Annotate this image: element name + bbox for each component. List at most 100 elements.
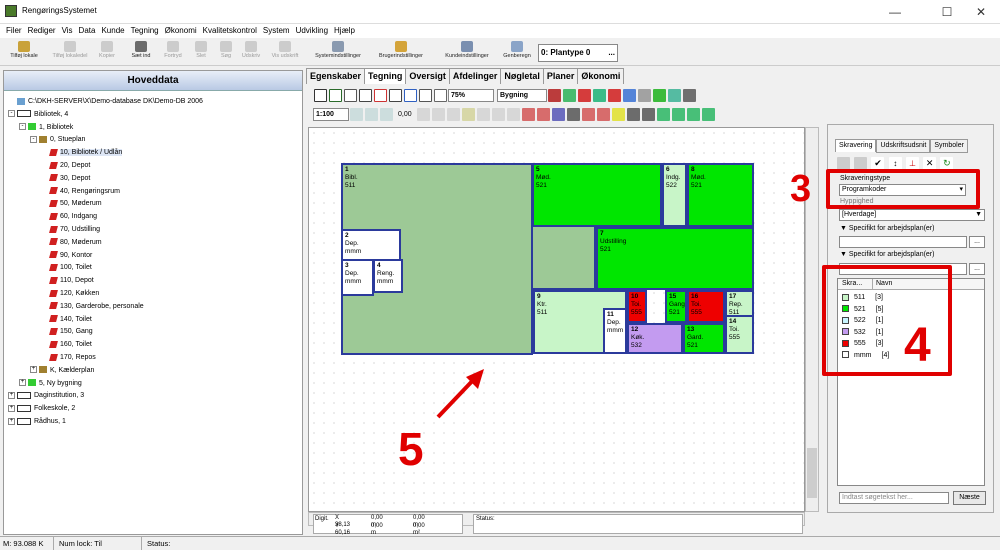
draw-tool-icon[interactable] bbox=[656, 108, 670, 121]
menu-5[interactable]: Tegning bbox=[131, 24, 159, 38]
draw-tool-icon[interactable] bbox=[626, 108, 640, 121]
draw-tool-icon[interactable] bbox=[344, 89, 357, 102]
tree-node[interactable]: + K, Kælderplan bbox=[8, 365, 298, 378]
draw-tool-icon[interactable] bbox=[671, 108, 685, 121]
draw-tool-icon[interactable] bbox=[419, 89, 432, 102]
tree-node[interactable]: 50, Møderum bbox=[8, 198, 298, 211]
tree-expander-icon[interactable]: + bbox=[8, 404, 15, 412]
draw-tool-icon[interactable] bbox=[434, 89, 447, 102]
draw-tool-icon[interactable] bbox=[638, 89, 651, 102]
search-input[interactable]: Indtast søgetekst her... bbox=[839, 492, 949, 504]
draw-tool-icon[interactable] bbox=[653, 89, 666, 102]
menu-9[interactable]: Udvikling bbox=[296, 24, 328, 38]
room-10[interactable]: 10 Toi. 555 bbox=[627, 290, 647, 323]
draw-tool-icon[interactable] bbox=[389, 89, 402, 102]
room-8[interactable]: 8 Mød. 521 bbox=[687, 163, 754, 227]
draw-tool-icon[interactable] bbox=[506, 108, 520, 121]
tree-view[interactable]: C:\DKH-SERVER\X\Demo-database DK\Demo-DB… bbox=[8, 96, 298, 429]
right-tab-0[interactable]: Skravering bbox=[835, 139, 877, 152]
menu-6[interactable]: Økonomi bbox=[165, 24, 197, 38]
menu-8[interactable]: System bbox=[263, 24, 290, 38]
next-button[interactable]: Næste bbox=[953, 491, 986, 505]
drawing-canvas[interactable]: 1 Bibl. 511 5 Mød. 521 6 Indg. 522 8 Mød. 521 7 Udsti… bbox=[308, 127, 805, 512]
menu-2[interactable]: Vis bbox=[62, 24, 73, 38]
draw-tool-icon[interactable] bbox=[416, 108, 430, 121]
tab-6[interactable]: Økonomi bbox=[577, 68, 625, 84]
zoom-select[interactable]: 75% bbox=[448, 89, 494, 102]
draw-tool-icon[interactable] bbox=[668, 89, 681, 102]
room-12[interactable]: 12 Køk. 532 bbox=[627, 323, 683, 354]
right-tab-2[interactable]: Symboler bbox=[930, 139, 968, 153]
draw-tool-icon[interactable] bbox=[314, 89, 327, 102]
room-6[interactable]: 6 Indg. 522 bbox=[662, 163, 687, 227]
toolbar-button-2[interactable]: Kopier bbox=[92, 40, 122, 64]
draw-tool-icon[interactable] bbox=[611, 108, 625, 121]
draw-tool-icon[interactable] bbox=[593, 89, 606, 102]
toolbar-button-4[interactable]: Fortryd bbox=[160, 40, 186, 64]
draw-tool-icon[interactable] bbox=[446, 108, 460, 121]
menu-10[interactable]: Hjælp bbox=[334, 24, 355, 38]
draw-tool-icon[interactable] bbox=[359, 89, 372, 102]
workplan-browse-1[interactable]: ... bbox=[969, 236, 985, 248]
tree-node[interactable]: 40, Rengøringsrum bbox=[8, 186, 298, 199]
draw-tool-icon[interactable] bbox=[608, 89, 621, 102]
draw-tool-icon[interactable] bbox=[476, 108, 490, 121]
tree-node[interactable]: - 1, Bibliotek bbox=[8, 122, 298, 135]
room-4[interactable]: 4 Reng. mmm bbox=[373, 259, 403, 293]
toolbar-button-12[interactable]: Genberegn bbox=[498, 40, 536, 64]
tab-4[interactable]: Nøgletal bbox=[500, 68, 544, 84]
tree-node[interactable]: 60, Indgang bbox=[8, 211, 298, 224]
tree-expander-icon[interactable]: + bbox=[30, 366, 37, 374]
draw-tool-icon[interactable] bbox=[566, 108, 580, 121]
line-style-icon[interactable] bbox=[365, 108, 378, 121]
room-14[interactable]: 14 Toi. 555 bbox=[725, 315, 754, 354]
room-13[interactable]: 13 Gard. 521 bbox=[683, 323, 725, 354]
minimize-button[interactable]: — bbox=[880, 2, 910, 22]
tree-node[interactable]: 150, Gang bbox=[8, 326, 298, 339]
tree-node[interactable]: + Folkeskole, 2 bbox=[8, 403, 298, 416]
workplan-filter-2[interactable]: ▼ Specifikt for arbejdsplan(er) bbox=[840, 251, 934, 258]
menu-1[interactable]: Rediger bbox=[28, 24, 56, 38]
plantype-button[interactable]: ... bbox=[608, 45, 615, 61]
draw-tool-icon[interactable] bbox=[683, 89, 696, 102]
tab-2[interactable]: Oversigt bbox=[405, 68, 450, 84]
draw-tool-icon[interactable] bbox=[374, 89, 387, 102]
tree-expander-icon[interactable]: + bbox=[19, 379, 26, 387]
draw-tool-icon[interactable] bbox=[329, 89, 342, 102]
tree-node[interactable]: 30, Depot bbox=[8, 173, 298, 186]
toolbar-button-1[interactable]: Tilføj lokaledel bbox=[48, 40, 92, 64]
layer-select[interactable]: Bygning bbox=[497, 89, 547, 102]
tree-node[interactable]: 140, Toilet bbox=[8, 314, 298, 327]
draw-tool-icon[interactable] bbox=[581, 108, 595, 121]
tree-node[interactable]: 10, Bibliotek / Udlån bbox=[8, 147, 298, 160]
draw-tool-icon[interactable] bbox=[551, 108, 565, 121]
tree-node[interactable]: - 0, Stueplan bbox=[8, 134, 298, 147]
tree-node[interactable]: 20, Depot bbox=[8, 160, 298, 173]
tab-0[interactable]: Egenskaber bbox=[306, 68, 366, 84]
toolbar-button-8[interactable]: Vis udskrift bbox=[266, 40, 304, 64]
tree-node[interactable]: 100, Toilet bbox=[8, 262, 298, 275]
menu-7[interactable]: Kvalitetskontrol bbox=[203, 24, 257, 38]
menu-3[interactable]: Data bbox=[79, 24, 96, 38]
draw-tool-icon[interactable] bbox=[641, 108, 655, 121]
tree-node[interactable]: 70, Udstilling bbox=[8, 224, 298, 237]
toolbar-button-6[interactable]: Søg bbox=[216, 40, 236, 64]
toolbar-button-9[interactable]: Systemindstillinger bbox=[310, 40, 366, 64]
draw-tool-icon[interactable] bbox=[563, 89, 576, 102]
toolbar-button-10[interactable]: Brugerindstillinger bbox=[370, 40, 432, 64]
line-style-icon[interactable] bbox=[350, 108, 363, 121]
tree-node[interactable]: C:\DKH-SERVER\X\Demo-database DK\Demo-DB… bbox=[8, 96, 298, 109]
draw-tool-icon[interactable] bbox=[404, 89, 417, 102]
tree-node[interactable]: 90, Kontor bbox=[8, 250, 298, 263]
tree-expander-icon[interactable]: - bbox=[8, 110, 15, 118]
scale-select[interactable]: 1:100 bbox=[313, 108, 349, 121]
workplan-browse-2[interactable]: ... bbox=[969, 263, 985, 275]
room-11[interactable]: 11 Dep. mmm bbox=[603, 308, 627, 354]
room-15[interactable]: 15 Gang 521 bbox=[665, 290, 687, 323]
draw-tool-icon[interactable] bbox=[491, 108, 505, 121]
draw-tool-icon[interactable] bbox=[686, 108, 700, 121]
draw-tool-icon[interactable] bbox=[431, 108, 445, 121]
maximize-button[interactable]: ☐ bbox=[932, 2, 962, 22]
draw-tool-icon[interactable] bbox=[701, 108, 715, 121]
plantype-select[interactable]: 0: Plantype 0... bbox=[538, 44, 618, 62]
